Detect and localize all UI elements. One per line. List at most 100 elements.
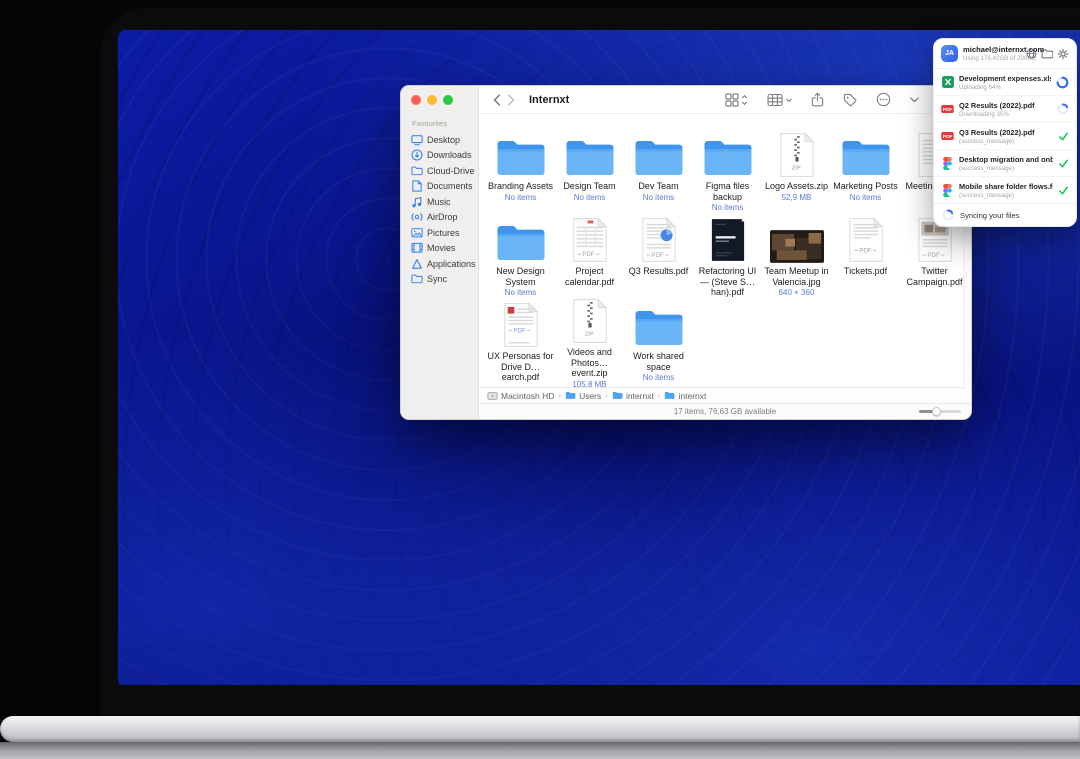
more-actions-icon[interactable] bbox=[876, 92, 891, 107]
file-item-new-design-system[interactable]: New Design System No items bbox=[486, 213, 555, 298]
svg-text:ZIP: ZIP bbox=[791, 166, 800, 172]
sidebar-item-sync[interactable]: Sync bbox=[410, 272, 478, 288]
file-item-q3-results-pdf[interactable]: PDF Q3 Results.pdf bbox=[624, 213, 693, 298]
laptop-keyboard-deck bbox=[0, 716, 1080, 742]
sidebar-item-label: Pictures bbox=[427, 228, 460, 238]
file-subtitle: 105,8 MB bbox=[572, 380, 606, 387]
close-button[interactable] bbox=[411, 95, 421, 105]
file-item-tickets-pdf[interactable]: PDF Tickets.pdf bbox=[831, 213, 900, 298]
file-icon: PDF bbox=[571, 213, 609, 263]
file-item-team-meetup-in-valencia-jpg[interactable]: Team Meetup in Valencia.jpg 640 × 360 bbox=[762, 213, 831, 298]
file-name: Videos and Photos…event.zip bbox=[556, 347, 623, 379]
file-name: Dev Team bbox=[638, 181, 678, 192]
sync-popup-header: JA michael@internxt.com Using 176,42GB o… bbox=[934, 39, 1076, 69]
sidebar-item-downloads[interactable]: Downloads bbox=[410, 148, 478, 164]
file-item-figma-files-backup[interactable]: Figma files backup No items bbox=[693, 128, 762, 213]
sync-item-file-icon bbox=[941, 76, 954, 88]
sidebar-item-icon bbox=[410, 195, 423, 208]
file-item-dev-team[interactable]: Dev Team No items bbox=[624, 128, 693, 213]
sidebar-item-icon bbox=[410, 149, 423, 162]
chevron-down-icon[interactable] bbox=[910, 97, 919, 103]
file-name: Branding Assets bbox=[488, 181, 553, 192]
breadcrumb-users[interactable]: › Users bbox=[557, 391, 601, 401]
file-icon bbox=[841, 128, 891, 178]
sidebar-item-applications[interactable]: Applications bbox=[410, 256, 478, 272]
sync-item-status: (success_message) bbox=[959, 192, 1053, 199]
file-subtitle: No items bbox=[574, 193, 606, 202]
file-subtitle: No items bbox=[643, 193, 675, 202]
sidebar-item-music[interactable]: Music bbox=[410, 194, 478, 210]
gear-icon[interactable] bbox=[1057, 48, 1069, 60]
sidebar-section-label: Favourites bbox=[412, 119, 478, 128]
sidebar-item-label: Applications bbox=[427, 259, 476, 269]
file-subtitle: No items bbox=[505, 193, 537, 202]
breadcrumb-macintosh-hd[interactable]: › Macintosh HD bbox=[487, 391, 554, 401]
sidebar-item-cloud-drive[interactable]: Cloud-Drive bbox=[410, 163, 478, 179]
svg-text:PDF: PDF bbox=[927, 252, 940, 259]
file-item-work-shared-space[interactable]: Work shared space No items bbox=[624, 298, 693, 383]
sync-spinner-icon bbox=[942, 209, 954, 221]
sidebar-item-icon bbox=[410, 257, 423, 270]
slider-knob[interactable] bbox=[932, 407, 941, 416]
file-item-project-calendar-pdf[interactable]: PDF Project calendar.pdf bbox=[555, 213, 624, 298]
file-icon bbox=[496, 213, 546, 263]
sync-item-mobile-share-folder-flows-fig[interactable]: Mobile share folder flows.fig (success_m… bbox=[934, 176, 1076, 203]
sidebar-item-icon bbox=[410, 211, 423, 224]
icon-size-slider[interactable] bbox=[919, 410, 961, 413]
breadcrumb-internxt[interactable]: › internxt bbox=[657, 391, 707, 401]
file-item-branding-assets[interactable]: Branding Assets No items bbox=[486, 128, 555, 213]
folder-icon[interactable] bbox=[1041, 49, 1053, 59]
breadcrumb-label: Users bbox=[579, 391, 601, 401]
sidebar-item-movies[interactable]: Movies bbox=[410, 241, 478, 257]
status-bar: 17 items, 76,63 GB available bbox=[479, 403, 971, 419]
globe-icon[interactable] bbox=[1026, 48, 1037, 59]
file-icon bbox=[703, 128, 753, 178]
file-name: Design Team bbox=[563, 181, 615, 192]
sidebar-item-airdrop[interactable]: AirDrop bbox=[410, 210, 478, 226]
minimize-button[interactable] bbox=[427, 95, 437, 105]
sync-item-q3-results-2022-pdf[interactable]: PDF Q3 Results (2022).pdf (success_messa… bbox=[934, 122, 1076, 149]
forward-button[interactable] bbox=[507, 94, 515, 106]
sidebar-item-documents[interactable]: Documents bbox=[410, 179, 478, 195]
sidebar-item-icon bbox=[410, 180, 423, 193]
account-email: michael@internxt.com bbox=[963, 45, 1021, 54]
file-icon bbox=[710, 213, 746, 263]
sync-item-desktop-migration-and-onboardi[interactable]: Desktop migration and onboardi… (success… bbox=[934, 149, 1076, 176]
sidebar-item-pictures[interactable]: Pictures bbox=[410, 225, 478, 241]
file-item-marketing-posts[interactable]: Marketing Posts No items bbox=[831, 128, 900, 213]
back-button[interactable] bbox=[493, 94, 501, 106]
file-name: Marketing Posts bbox=[833, 181, 898, 192]
sync-item-name: Mobile share folder flows.fig bbox=[959, 182, 1053, 191]
share-icon[interactable] bbox=[811, 92, 824, 107]
sync-item-development-expenses-xlsx[interactable]: Development expenses.xlsx Uploading 64% bbox=[934, 69, 1076, 95]
file-item-design-team[interactable]: Design Team No items bbox=[555, 128, 624, 213]
file-item-ux-personas-for-drive-d-earch-pdf[interactable]: PDF UX Personas for Drive D…earch.pdf bbox=[486, 298, 555, 383]
file-item-refactoring-ui-steve-s-han-pdf[interactable]: Refactoring UI — (Steve S…han).pdf bbox=[693, 213, 762, 298]
breadcrumb-icon bbox=[565, 391, 576, 400]
sidebar-item-desktop[interactable]: Desktop bbox=[410, 132, 478, 148]
zoom-button[interactable] bbox=[443, 95, 453, 105]
view-mode-icon[interactable] bbox=[725, 93, 748, 107]
file-name: Refactoring UI — (Steve S…han).pdf bbox=[694, 266, 761, 298]
finder-sidebar: Favourites Desktop Downloads Cloud-Drive… bbox=[401, 86, 479, 419]
sync-item-q2-results-2022-pdf[interactable]: PDF Q2 Results (2022).pdf Downloading 35… bbox=[934, 95, 1076, 122]
group-by-icon[interactable] bbox=[767, 93, 792, 107]
svg-text:ZIP: ZIP bbox=[584, 332, 593, 338]
sidebar-item-icon bbox=[410, 164, 423, 177]
file-name: Q3 Results.pdf bbox=[629, 266, 689, 277]
breadcrumb-internxt[interactable]: › internxt bbox=[604, 391, 654, 401]
file-item-videos-and-photos-event-zip[interactable]: ZIP Videos and Photos…event.zip 105,8 MB bbox=[555, 298, 624, 383]
storage-usage: Using 176,42GB of 200GB bbox=[963, 55, 1021, 62]
sync-item-status: Uploading 64% bbox=[959, 84, 1051, 91]
file-item-logo-assets-zip[interactable]: ZIP Logo Assets.zip 52,9 MB bbox=[762, 128, 831, 213]
tag-icon[interactable] bbox=[843, 93, 857, 107]
file-icon: ZIP bbox=[778, 128, 816, 178]
file-icon bbox=[496, 128, 546, 178]
sync-item-file-icon: PDF bbox=[941, 105, 954, 113]
sidebar-item-label: Documents bbox=[427, 181, 473, 191]
breadcrumb-icon bbox=[612, 391, 623, 400]
sync-footer-text: Syncing your files bbox=[960, 211, 1020, 220]
sync-footer: Syncing your files bbox=[934, 203, 1076, 226]
svg-text:PDF: PDF bbox=[859, 247, 872, 254]
sync-item-file-icon bbox=[941, 157, 954, 170]
